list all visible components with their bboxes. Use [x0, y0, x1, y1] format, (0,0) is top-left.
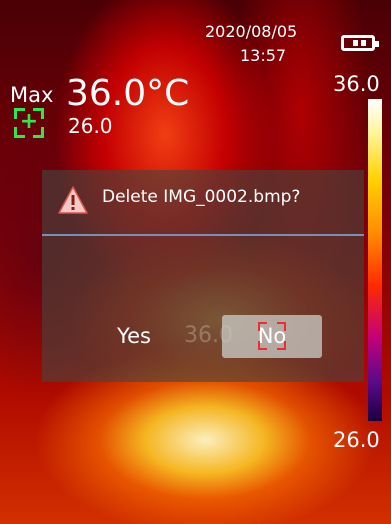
yes-button[interactable]: Yes — [94, 318, 174, 354]
dialog-message: Delete IMG_0002.bmp? — [102, 187, 301, 207]
dialog-header: Delete IMG_0002.bmp? — [42, 170, 364, 234]
time-text: 13:57 — [240, 46, 287, 65]
max-label: Max — [10, 83, 54, 107]
dialog-divider — [42, 234, 364, 236]
crosshair-plus-icon: + — [14, 108, 44, 138]
scale-max-value: 36.0 — [333, 72, 380, 96]
warning-icon — [58, 186, 88, 214]
delete-dialog: Delete IMG_0002.bmp? Yes 36.0 No — [42, 170, 364, 382]
date-text: 2020/08/05 — [205, 22, 298, 41]
color-scale-bar — [368, 99, 382, 421]
battery-icon — [341, 35, 379, 51]
scale-min-value: 26.0 — [333, 428, 380, 452]
max-temperature: 36.0°C — [66, 73, 190, 114]
min-temperature: 26.0 — [68, 114, 113, 138]
no-button[interactable]: No — [222, 315, 322, 358]
